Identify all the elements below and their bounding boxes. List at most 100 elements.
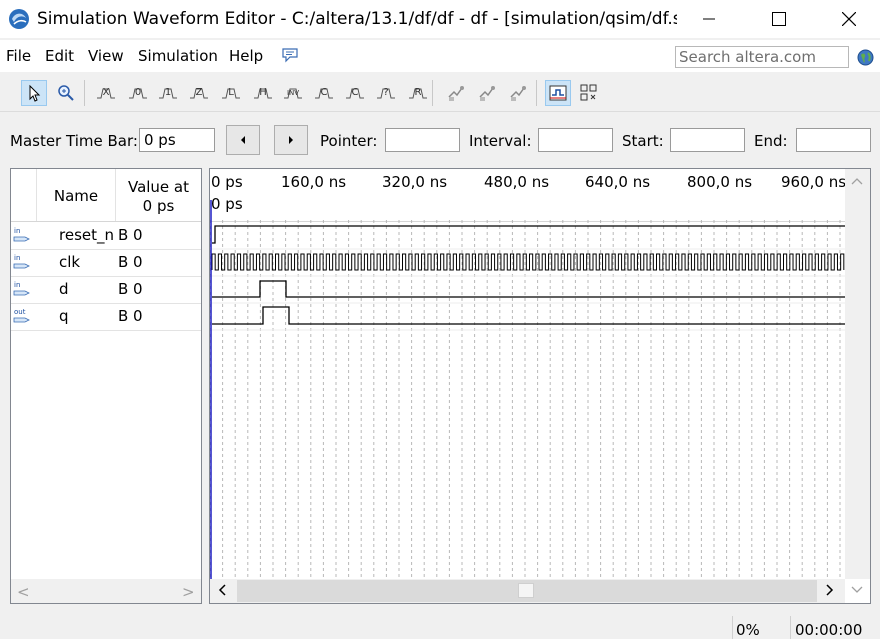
force-low-button[interactable]: 0	[125, 80, 151, 106]
svg-text:1: 1	[165, 87, 171, 98]
time-tick-label: 480,0 ns	[484, 173, 550, 191]
time-tick-label: 160,0 ns	[281, 173, 347, 191]
random-value-icon: R	[409, 87, 427, 99]
minimize-button[interactable]	[686, 0, 732, 38]
time-tick-label: 0 ps	[211, 173, 243, 191]
menu-edit[interactable]: Edit	[45, 47, 74, 65]
master-time-bar-field[interactable]: 0 ps	[139, 128, 215, 152]
count-value-button[interactable]: C	[311, 80, 337, 106]
signal-value: B 0	[118, 253, 143, 271]
netlist-generation-icon	[510, 86, 526, 101]
svg-text:0: 0	[135, 87, 141, 98]
signal-row[interactable]: in clk B 0	[11, 249, 201, 277]
force-high-impedance-button[interactable]: Z	[186, 80, 212, 106]
pointer-label: Pointer:	[320, 132, 378, 150]
progress-text: 0%	[736, 621, 760, 639]
arbitrary-value-icon: ?	[377, 87, 395, 99]
globe-icon[interactable]	[857, 49, 874, 66]
invert-button[interactable]: INV	[280, 80, 306, 106]
signal-value: B 0	[118, 307, 143, 325]
start-field[interactable]	[670, 128, 745, 152]
scroll-up-icon[interactable]	[851, 176, 863, 186]
signal-row[interactable]: in reset_n B 0	[11, 222, 201, 250]
timing-simulation-button[interactable]	[474, 80, 500, 106]
interval-field[interactable]	[538, 128, 613, 152]
name-column-header[interactable]: Name	[37, 187, 115, 205]
random-value-button[interactable]: R	[405, 80, 431, 106]
value-column-header[interactable]: Value at	[116, 178, 201, 196]
menu-help[interactable]: Help	[229, 47, 263, 65]
elapsed-time-text: 00:00:00	[795, 621, 863, 639]
snap-to-grid-icon	[549, 85, 567, 101]
overwrite-clock-icon: C	[346, 87, 364, 99]
svg-text:C: C	[321, 87, 328, 98]
scroll-down-icon[interactable]	[851, 585, 863, 595]
time-tick-label: 800,0 ns	[687, 173, 753, 191]
search-input[interactable]: Search altera.com	[675, 46, 849, 68]
force-high-icon: 1	[159, 87, 177, 99]
menu-simulation[interactable]: Simulation	[138, 47, 218, 65]
interval-label: Interval:	[469, 132, 532, 150]
force-unknown-button[interactable]: X	[93, 80, 119, 106]
sort-grid-button[interactable]	[576, 80, 602, 106]
scroll-left-icon[interactable]	[217, 584, 227, 596]
toolbar-separator	[432, 80, 433, 106]
pointer-field[interactable]	[385, 128, 460, 152]
waveform-q	[212, 306, 845, 325]
svg-text:C: C	[352, 87, 359, 98]
overwrite-clock-button[interactable]: C	[342, 80, 368, 106]
waveform-vscrollbar[interactable]	[845, 169, 870, 579]
signal-row[interactable]: in d B 0	[11, 276, 201, 304]
signal-list-hscrollbar[interactable]	[11, 579, 201, 603]
pointer-tool-button[interactable]	[21, 80, 47, 106]
netlist-generation-button[interactable]	[505, 80, 531, 106]
signal-row[interactable]: out q B 0	[11, 303, 201, 331]
previous-transition-button[interactable]	[226, 125, 260, 155]
time-tick-label: 320,0 ns	[382, 173, 448, 191]
svg-text:?: ?	[383, 87, 388, 98]
feedback-icon[interactable]	[281, 47, 299, 63]
next-transition-button[interactable]	[274, 125, 308, 155]
close-button[interactable]	[826, 0, 872, 38]
svg-text:Z: Z	[196, 87, 203, 98]
timing-simulation-icon	[479, 86, 495, 101]
force-weak-low-button[interactable]: L	[218, 80, 244, 106]
title-bar: Simulation Waveform Editor - C:/altera/1…	[0, 0, 880, 38]
input-pin-icon: in	[13, 227, 30, 242]
signal-name: q	[59, 307, 69, 325]
maximize-button[interactable]	[756, 0, 802, 38]
toolbar-separator	[536, 80, 537, 106]
window-title: Simulation Waveform Editor - C:/altera/1…	[37, 9, 677, 29]
status-divider	[732, 616, 733, 639]
scroll-left-icon[interactable]: <	[17, 583, 30, 601]
force-high-button[interactable]: 1	[155, 80, 181, 106]
pointer-tool-icon	[29, 84, 41, 102]
arbitrary-value-button[interactable]: ?	[373, 80, 399, 106]
snap-to-grid-button[interactable]	[545, 80, 571, 106]
scroll-right-icon[interactable]	[825, 584, 835, 596]
time-tick-label: 640,0 ns	[585, 173, 651, 191]
waveform-reset-n	[212, 225, 845, 244]
waveform-d	[212, 280, 845, 298]
signal-value: B 0	[118, 226, 143, 244]
menu-file[interactable]: File	[6, 47, 31, 65]
scroll-right-icon[interactable]: >	[182, 583, 195, 601]
svg-text:X: X	[103, 87, 110, 98]
menu-view[interactable]: View	[88, 47, 124, 65]
waveform-canvas[interactable]	[210, 200, 845, 579]
zoom-tool-button[interactable]	[53, 80, 79, 106]
force-weak-low-icon: L	[222, 87, 240, 99]
minimize-icon	[703, 18, 715, 20]
maximize-icon	[772, 12, 786, 26]
force-weak-high-button[interactable]: H	[250, 80, 276, 106]
signal-name: d	[59, 280, 69, 298]
force-low-icon: 0	[129, 87, 147, 99]
time-tick-label: 960,0 ns	[781, 173, 847, 191]
end-field[interactable]	[796, 128, 871, 152]
svg-text:in: in	[14, 227, 20, 235]
end-label: End:	[754, 132, 788, 150]
status-divider	[790, 616, 791, 639]
signal-value: B 0	[118, 280, 143, 298]
functional-simulation-button[interactable]	[443, 80, 469, 106]
hscroll-thumb[interactable]	[518, 583, 534, 598]
